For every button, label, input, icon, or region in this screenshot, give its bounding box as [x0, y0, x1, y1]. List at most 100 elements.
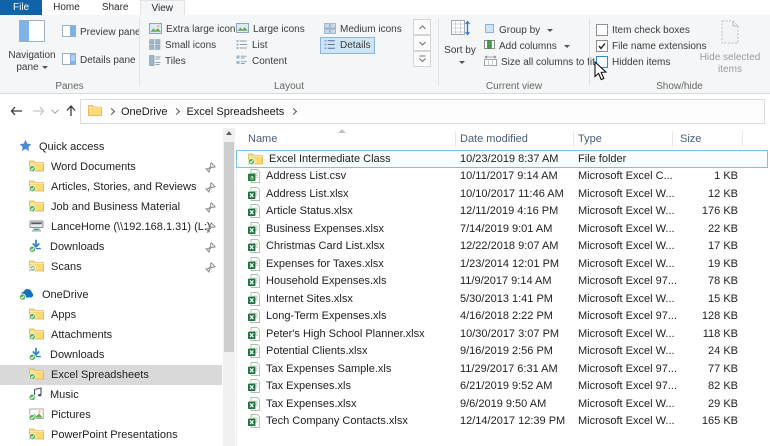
size-all-columns-button[interactable]: Size all columns to fit: [484, 54, 595, 70]
breadcrumb-chevron-icon[interactable]: [290, 107, 298, 116]
layout-option-content[interactable]: Content: [232, 53, 291, 70]
preview-pane-button[interactable]: Preview pane: [62, 24, 141, 40]
sidebar-item-word-documents[interactable]: Word Documents: [0, 157, 222, 177]
file-row-address-list-csv[interactable]: a Address List.csv 10/11/2017 9:14 AM Micro…: [236, 168, 768, 186]
group-by-button[interactable]: Group by: [484, 22, 554, 38]
gallery-scroll-up-button[interactable]: [413, 19, 431, 35]
file-row-tech-company-contacts-xlsx[interactable]: Tech Company Contacts.xlsx 12/14/2017 12:…: [236, 413, 768, 431]
file-row-long-term-expenses-xls[interactable]: Long-Term Expenses.xls 4/16/2018 2:22 PM M…: [236, 308, 768, 326]
sidebar-item-excel-spreadsheets[interactable]: Excel Spreadsheets: [0, 365, 222, 385]
file-row-tax-expenses-sample-xls[interactable]: Tax Expenses Sample.xls 11/29/2017 6:31 A…: [236, 360, 768, 378]
breadcrumb-chevron-icon[interactable]: [107, 107, 116, 116]
folder-sync-icon: [28, 427, 44, 443]
pin-icon[interactable]: [204, 222, 216, 236]
file-row-business-expenses-xlsx[interactable]: Business Expenses.xlsx 7/14/2019 9:01 AM M…: [236, 220, 768, 238]
sidebar-section-label: Quick access: [39, 141, 105, 153]
checked-checkbox-icon[interactable]: [596, 40, 608, 52]
file-row-expenses-for-taxes-xlsx[interactable]: Expenses for Taxes.xlsx 1/23/2014 12:01 P…: [236, 255, 768, 273]
hide-selected-items-button[interactable]: Hide selected items: [698, 18, 762, 77]
tab-file[interactable]: File: [0, 0, 43, 15]
breadcrumb-item-excel-spreadsheets[interactable]: Excel Spreadsheets: [186, 106, 284, 118]
recent-locations-button[interactable]: [48, 94, 62, 128]
pin-icon[interactable]: [204, 262, 216, 276]
tab-home[interactable]: Home: [42, 0, 91, 15]
sort-by-button[interactable]: Sort by: [441, 18, 479, 70]
file-row-article-status-xlsx[interactable]: Article Status.xlsx 12/11/2019 4:16 PM Mic…: [236, 203, 768, 221]
file-row-peter-s-high-school-planner-xlsx[interactable]: Peter's High School Planner.xlsx 10/30/20…: [236, 325, 768, 343]
column-divider[interactable]: [573, 131, 574, 147]
breadcrumb-chevron-icon[interactable]: [173, 107, 181, 116]
sidebar-item-attachments[interactable]: Attachments: [0, 325, 222, 345]
back-button[interactable]: [6, 94, 26, 128]
sidebar-item-label: Apps: [51, 309, 77, 321]
checkbox-hidden-items[interactable]: Hidden items: [596, 54, 670, 70]
layout-option-label: Large icons: [253, 24, 305, 35]
file-size: 118 KB: [702, 327, 738, 340]
unchecked-checkbox-icon[interactable]: [596, 24, 608, 36]
pin-icon[interactable]: [204, 202, 216, 216]
up-button[interactable]: [62, 94, 80, 128]
sidebar-item-downloads[interactable]: Downloads: [0, 345, 222, 365]
sidebar-item-scans[interactable]: Scans: [0, 257, 222, 277]
pin-icon[interactable]: [204, 242, 216, 256]
layout-option-small-icons[interactable]: Small icons: [145, 37, 220, 54]
layout-option-list[interactable]: List: [232, 37, 272, 54]
sidebar-item-downloads[interactable]: Downloads: [0, 237, 222, 257]
sidebar-scrollbar[interactable]: [223, 128, 235, 446]
breadcrumb[interactable]: OneDrive Excel Spreadsheets: [80, 99, 765, 124]
gallery-more-button[interactable]: [413, 51, 431, 67]
column-divider[interactable]: [672, 131, 673, 147]
sidebar-item-pictures[interactable]: Pictures: [0, 405, 222, 425]
column-header-date-modified[interactable]: Date modified: [460, 128, 572, 150]
layout-option-extra-large-icons[interactable]: Extra large icons: [145, 21, 244, 38]
breadcrumb-item-onedrive[interactable]: OneDrive: [121, 106, 167, 118]
sidebar-item-job-and-business-material[interactable]: Job and Business Material: [0, 197, 222, 217]
pin-icon[interactable]: [204, 182, 216, 196]
checkbox-file-name-extensions[interactable]: File name extensions: [596, 38, 707, 54]
column-divider[interactable]: [742, 131, 743, 147]
sidebar-item-powerpoint-presentations[interactable]: PowerPoint Presentations: [0, 425, 222, 445]
column-header-name[interactable]: Name: [248, 128, 454, 150]
navigation-pane-button[interactable]: Navigation pane: [6, 18, 58, 75]
tab-share[interactable]: Share: [91, 0, 140, 15]
scroll-up-icon[interactable]: [226, 131, 232, 135]
file-name: Household Expenses.xls: [266, 275, 387, 288]
sidebar-section-quick-access[interactable]: Quick access: [0, 137, 222, 157]
sidebar-item-articles-stories-and-reviews[interactable]: Articles, Stories, and Reviews: [0, 177, 222, 197]
file-row-address-list-xlsx[interactable]: Address List.xlsx 10/10/2017 11:46 AM Micr…: [236, 185, 768, 203]
file-explorer-window: File Home Share View Navigation pane Previe…: [0, 0, 770, 446]
scrollbar-thumb[interactable]: [224, 142, 234, 352]
layout-option-label: Small icons: [165, 40, 217, 51]
file-type: Microsoft Excel W...: [578, 292, 675, 305]
file-row-potential-clients-xlsx[interactable]: Potential Clients.xlsx 9/16/2019 2:56 PM M…: [236, 343, 768, 361]
file-row-household-expenses-xls[interactable]: Household Expenses.xls 11/9/2017 9:14 AM M…: [236, 273, 768, 291]
gallery-scroll-down-button[interactable]: [413, 35, 431, 51]
file-size: 82 KB: [708, 380, 738, 393]
file-row-tax-expenses-xlsx[interactable]: Tax Expenses.xlsx 9/6/2019 9:50 AM Microso…: [236, 395, 768, 413]
details-pane-button[interactable]: Details pane: [62, 52, 136, 68]
pin-icon[interactable]: [204, 162, 216, 176]
unchecked-checkbox-icon[interactable]: [596, 56, 608, 68]
sidebar-item-apps[interactable]: Apps: [0, 305, 222, 325]
sidebar-section-onedrive[interactable]: OneDrive: [0, 285, 222, 305]
add-columns-button[interactable]: Add columns: [484, 38, 570, 54]
column-divider[interactable]: [455, 131, 456, 147]
layout-option-tiles[interactable]: Tiles: [145, 53, 190, 70]
file-size: 17 KB: [708, 240, 738, 253]
file-row-tax-expenses-xls[interactable]: Tax Expenses.xls 6/21/2019 9:52 AM Microso…: [236, 378, 768, 396]
file-row-internet-sites-xlsx[interactable]: Internet Sites.xlsx 5/30/2013 1:41 PM Micr…: [236, 290, 768, 308]
file-date-modified: 10/30/2017 3:07 PM: [460, 327, 560, 340]
tab-view[interactable]: View: [139, 0, 185, 15]
layout-option-medium-icons[interactable]: Medium icons: [320, 21, 406, 38]
downloads-sync-icon: [28, 239, 43, 255]
column-header-type[interactable]: Type: [578, 128, 670, 150]
column-header-size[interactable]: Size: [680, 128, 740, 150]
layout-option-large-icons[interactable]: Large icons: [232, 21, 309, 38]
checkbox-item-check-boxes[interactable]: Item check boxes: [596, 22, 690, 38]
sidebar-item-lancehome-192-168-1-31-l[interactable]: LanceHome (\\192.168.1.31) (L:): [0, 217, 222, 237]
forward-button[interactable]: [28, 94, 48, 128]
file-row-christmas-card-list-xlsx[interactable]: Christmas Card List.xlsx 12/22/2018 9:07 …: [236, 238, 768, 256]
sidebar-item-music[interactable]: Music: [0, 385, 222, 405]
layout-option-details[interactable]: Details: [320, 37, 375, 54]
file-row-excel-intermediate-class[interactable]: Excel Intermediate Class 10/23/2019 8:37 …: [236, 150, 768, 168]
